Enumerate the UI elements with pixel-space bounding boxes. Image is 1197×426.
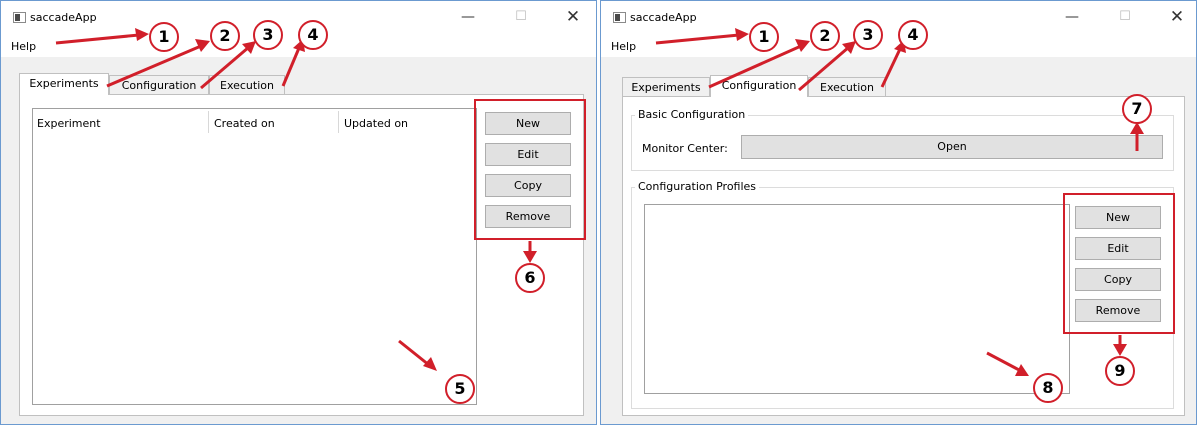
arrow-1-icon [655,33,740,45]
arrowhead-icon [423,357,437,371]
arrow-3-icon [798,45,850,92]
arrow-5-icon [398,339,430,367]
arrowhead-icon [1113,344,1127,356]
callout-4: 4 [898,20,928,50]
arrow-4-icon [281,47,301,87]
arrowhead-icon [135,28,149,41]
arrowhead-icon [735,28,749,41]
callout-5: 5 [445,374,475,404]
arrow-2-icon [708,44,802,89]
callout-9: 9 [1105,356,1135,386]
left-window: saccadeApp — ☐ ✕ Help Experiments Config… [0,0,597,425]
arrowhead-icon [795,39,810,52]
callout-2: 2 [210,21,240,51]
callout-1: 1 [149,22,179,52]
annotation-arrows [55,28,537,371]
arrowhead-icon [523,251,537,263]
arrow-3-icon [200,45,250,90]
arrowhead-icon [195,39,210,52]
callout-6: 6 [515,263,545,293]
callout-3: 3 [253,20,283,50]
callout-3: 3 [853,20,883,50]
callout-8: 8 [1033,373,1063,403]
arrow-4-icon [880,48,902,88]
arrow-8-icon [986,351,1022,373]
callout-4: 4 [298,20,328,50]
callout-2: 2 [810,21,840,51]
right-window: saccadeApp — ☐ ✕ Help Experiments Config… [600,0,1197,425]
arrow-2-icon [106,44,202,88]
callout-7: 7 [1122,94,1152,124]
arrow-1-icon [55,33,140,45]
callout-1: 1 [749,22,779,52]
